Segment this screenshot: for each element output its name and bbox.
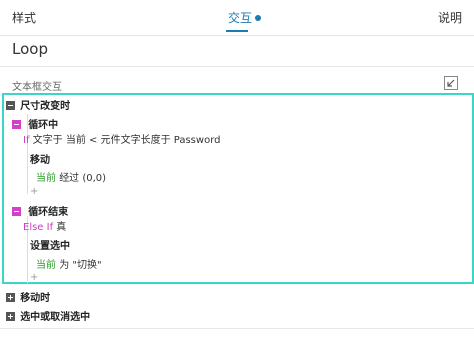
expand-icon[interactable] <box>6 311 15 321</box>
expand-icon[interactable] <box>6 292 15 302</box>
tab-style-label: 样式 <box>12 11 37 25</box>
action-set-selected[interactable]: 设置选中 <box>30 237 70 252</box>
case-collapse-icon[interactable] <box>12 119 21 129</box>
condition-text: 文字于 当前 < 元件文字长度于 Password <box>32 135 221 146</box>
event-resize-label: 尺寸改变时 <box>20 101 71 112</box>
case-loop-end[interactable]: 循环结束 <box>12 203 68 218</box>
tab-notes[interactable]: 说明 <box>438 9 462 26</box>
event-selected-toggle[interactable]: 选中或取消选中 <box>6 308 90 323</box>
condition-keyword: Else If <box>23 222 54 233</box>
active-dot-icon <box>255 14 262 21</box>
target-this: 当前 <box>36 260 56 271</box>
case-loop-end-condition[interactable]: Else If 真 <box>23 218 66 233</box>
case-loop-label: 循环中 <box>28 120 59 131</box>
interactions-section-label: 文本框交互 <box>12 82 62 93</box>
condition-keyword: If <box>23 135 30 146</box>
tab-bar: 样式 交互 说明 <box>0 0 474 36</box>
event-resize[interactable]: 尺寸改变时 <box>6 97 70 112</box>
move-detail: 经过 (0,0) <box>59 173 107 184</box>
action-move[interactable]: 移动 <box>30 151 50 166</box>
case-loop-condition[interactable]: If 文字于 当前 < 元件文字长度于 Password <box>23 131 220 146</box>
widget-name-field[interactable]: Loop <box>12 40 48 58</box>
tab-interactions[interactable]: 交互 <box>228 9 262 26</box>
active-tab-indicator <box>226 30 248 32</box>
add-action-button[interactable]: + <box>30 186 38 197</box>
set-selected-detail: 为 "切换" <box>59 260 102 271</box>
event-selected-toggle-label: 选中或取消选中 <box>20 312 91 323</box>
tab-interactions-label: 交互 <box>228 11 253 25</box>
action-move-target[interactable]: 当前 经过 (0,0) <box>36 169 106 184</box>
case-collapse-icon[interactable] <box>12 206 21 216</box>
condition-text: 真 <box>56 222 67 233</box>
case-loop-end-label: 循环结束 <box>28 207 69 218</box>
collapse-icon[interactable] <box>6 100 15 110</box>
edit-interactions-button[interactable] <box>444 75 458 90</box>
edit-icon <box>444 76 458 90</box>
add-action-button[interactable]: + <box>30 272 38 283</box>
divider <box>0 66 474 67</box>
target-this: 当前 <box>36 173 56 184</box>
event-move-label: 移动时 <box>20 293 51 304</box>
tab-style[interactable]: 样式 <box>12 9 36 26</box>
action-set-selected-target[interactable]: 当前 为 "切换" <box>36 256 102 271</box>
divider <box>0 328 474 329</box>
tab-notes-label: 说明 <box>437 11 462 25</box>
case-loop[interactable]: 循环中 <box>12 116 58 131</box>
event-move[interactable]: 移动时 <box>6 289 50 304</box>
